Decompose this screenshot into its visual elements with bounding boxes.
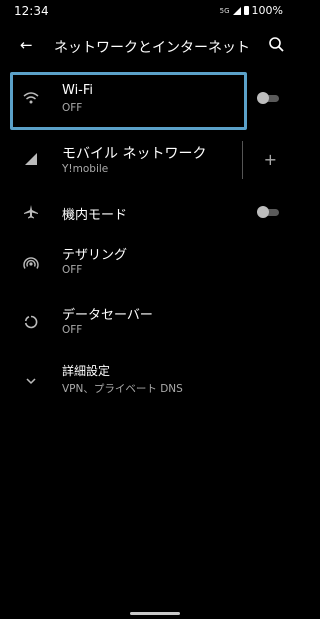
network-type: 5G bbox=[219, 6, 230, 15]
toggle-knob bbox=[257, 92, 269, 104]
phone-screen: 12:34 5G 100% ← ネットワークとインターネット Wi-Fi OFF bbox=[10, 0, 287, 619]
gesture-nav-bar[interactable] bbox=[130, 612, 180, 615]
chevron-down-icon bbox=[26, 378, 36, 385]
data-saver-item[interactable]: データセーバー OFF bbox=[10, 300, 287, 344]
advanced-title: 詳細設定 bbox=[62, 364, 111, 378]
data-saver-icon bbox=[24, 315, 38, 329]
data-saver-title: データセーバー bbox=[62, 308, 153, 323]
hotspot-icon bbox=[23, 257, 39, 269]
search-icon[interactable] bbox=[267, 35, 287, 55]
advanced-subtitle: VPN、プライベート DNS bbox=[62, 383, 183, 395]
wifi-highlight-box bbox=[10, 72, 247, 130]
airplane-mode-item[interactable]: 機内モード bbox=[10, 196, 287, 228]
add-icon[interactable]: + bbox=[264, 150, 277, 169]
data-saver-status: OFF bbox=[62, 324, 83, 336]
airplane-icon bbox=[24, 205, 38, 219]
toggle-knob bbox=[257, 206, 269, 218]
tethering-item[interactable]: テザリング OFF bbox=[10, 240, 287, 284]
mobile-network-title: モバイル ネットワーク bbox=[62, 146, 207, 162]
airplane-mode-title: 機内モード bbox=[62, 208, 128, 223]
battery-percent: 100% bbox=[251, 4, 283, 17]
mobile-network-item[interactable]: モバイル ネットワーク Y!mobile + bbox=[10, 136, 287, 184]
status-time: 12:34 bbox=[14, 4, 49, 18]
app-bar: ← ネットワークとインターネット bbox=[10, 30, 287, 62]
airplane-mode-toggle[interactable] bbox=[257, 206, 279, 218]
status-icons: 5G 100% bbox=[220, 4, 283, 17]
back-arrow-icon[interactable]: ← bbox=[20, 36, 33, 54]
page-title: ネットワークとインターネット bbox=[54, 40, 250, 56]
wifi-toggle[interactable] bbox=[257, 92, 279, 104]
tethering-title: テザリング bbox=[62, 248, 128, 263]
advanced-item[interactable]: 詳細設定 VPN、プライベート DNS bbox=[10, 360, 287, 404]
signal-icon bbox=[232, 6, 241, 15]
cell-signal-icon bbox=[25, 153, 37, 165]
mobile-network-carrier: Y!mobile bbox=[62, 163, 109, 175]
tethering-status: OFF bbox=[62, 264, 83, 276]
battery-icon bbox=[243, 6, 249, 15]
status-bar: 12:34 5G 100% bbox=[10, 0, 287, 24]
divider bbox=[242, 141, 243, 179]
